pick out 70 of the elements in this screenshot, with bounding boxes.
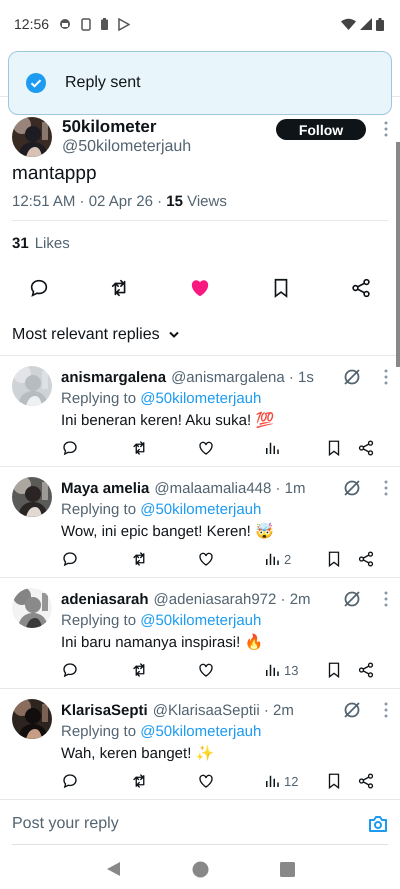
notification-icon [59,18,72,30]
more-icon[interactable] [384,121,388,137]
reply-text: Ini baru namanya inspirasi! 🔥 [61,632,264,653]
status-time: 12:56 [14,16,50,32]
reply-icon[interactable] [61,550,79,568]
reply-icon[interactable] [28,277,50,299]
reply-text: Wah, keren banget! ✨ [61,744,216,764]
replies-sort[interactable]: Most relevant replies [12,326,160,344]
reply-author-name: anismargalena [61,368,166,386]
mention-link[interactable]: @50kilometerjauh [140,612,262,629]
more-icon[interactable] [384,591,388,607]
share-icon[interactable] [350,277,372,299]
more-icon[interactable] [384,369,388,385]
slashed-circle-icon[interactable] [342,589,362,609]
reply-handle: @KlarisaaSeptii · 2m [152,702,294,718]
play-icon [118,18,130,30]
home-icon[interactable] [192,860,209,878]
battery-icon [101,18,108,30]
views-count: 12 [284,774,298,788]
phone-icon [81,18,92,30]
replying-to-text: Replying to @50kilometerjauh [61,611,262,631]
reply-author-name: adeniasarah [61,590,149,608]
reply-author-name: KlarisaSepti [61,702,148,718]
back-icon[interactable] [105,861,122,877]
wifi-icon [341,18,356,30]
reply-input[interactable]: Post your reply [12,815,368,833]
share-icon[interactable] [357,439,375,457]
follow-button[interactable]: Follow [276,119,366,140]
heart-icon[interactable] [197,550,215,568]
more-icon[interactable] [384,480,388,496]
views-count: 13 [284,662,298,678]
author-handle: @50kilometerjauh [62,137,192,157]
reply-text: Ini beneran keren! Aku suka! 💯 [61,410,276,431]
reply-text: Wow, ini epic banget! Keren! 🤯 [61,522,276,542]
views-count: 2 [284,552,292,566]
mention-link[interactable]: @50kilometerjauh [140,390,262,407]
reply-handle: @adeniasarah972 · 2m [154,590,311,608]
post-text: mantappp [12,163,98,185]
reply-handle: @anismargalena · 1s [171,368,314,386]
heart-icon[interactable] [197,439,215,457]
post-meta: 12:51 AM · 02 Apr 26 · 15 Views [12,193,388,221]
slashed-circle-icon[interactable] [342,478,362,498]
share-icon[interactable] [357,661,375,679]
share-icon[interactable] [357,772,375,790]
heart-icon[interactable] [197,772,215,790]
share-icon[interactable] [357,550,375,568]
slashed-circle-icon[interactable] [342,367,362,387]
replying-to-text: Replying to @50kilometerjauh [61,389,262,409]
toast-message: Reply sent [65,74,141,92]
mention-link[interactable]: @50kilometerjauh [140,723,262,740]
heart-icon[interactable] [197,661,215,679]
slashed-circle-icon[interactable] [342,700,362,720]
reply-icon[interactable] [61,661,79,679]
mention-link[interactable]: @50kilometerjauh [140,501,262,518]
author-name: 50kilometer [62,117,158,137]
reply-author-name: Maya amelia [61,480,150,496]
signal-icon [360,18,372,30]
likes-count: 31 [12,235,29,252]
replying-to-text: Replying to @50kilometerjauh [61,722,262,742]
reply-handle: @malaamalia448 · 1m [154,480,306,496]
replying-to-text: Replying to @50kilometerjauh [61,500,262,520]
recents-icon[interactable] [280,862,295,876]
chevron-down-icon[interactable] [168,331,180,339]
reply-icon[interactable] [61,439,79,457]
battery-icon [376,18,384,30]
camera-icon[interactable] [368,815,388,833]
reply-icon[interactable] [61,772,79,790]
likes-label: Likes [34,235,70,252]
check-icon [25,72,47,94]
more-icon[interactable] [384,702,388,718]
